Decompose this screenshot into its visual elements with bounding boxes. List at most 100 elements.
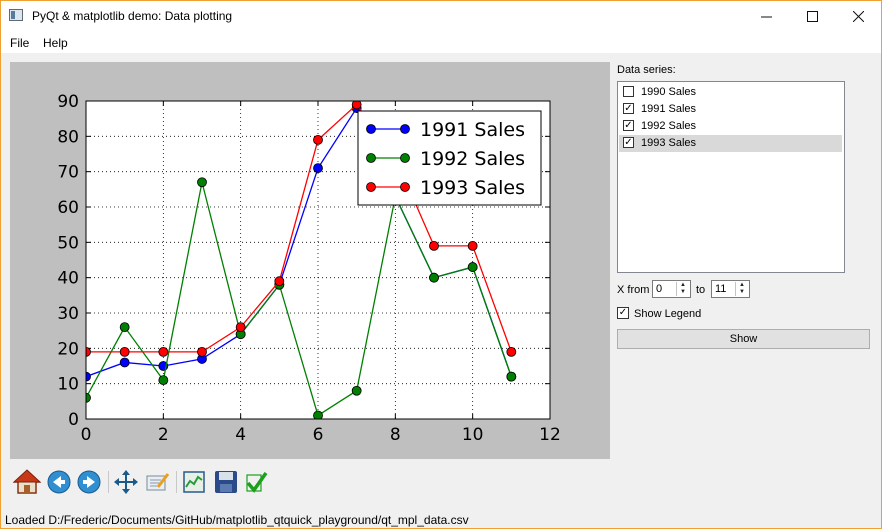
series-item-label: 1990 Sales — [641, 86, 697, 98]
legend-marker — [366, 124, 376, 134]
save-icon — [215, 471, 237, 493]
x-from-value: 0 — [656, 283, 663, 295]
legend-marker — [400, 124, 410, 134]
data-point — [429, 272, 439, 283]
minimize-icon — [760, 16, 772, 18]
series-item[interactable]: ✓ 1991 Sales — [619, 101, 842, 118]
menu-file[interactable]: File — [10, 36, 29, 50]
spin-down-icon[interactable]: ▼ — [677, 289, 689, 296]
data-point — [506, 346, 517, 357]
data-point — [119, 357, 130, 368]
menu-help[interactable]: Help — [43, 36, 68, 50]
zoom-rect-icon — [146, 473, 170, 491]
app-icon — [9, 9, 23, 21]
maximize-button[interactable] — [789, 1, 835, 32]
close-icon — [852, 11, 864, 22]
x-tick-label: 0 — [81, 425, 92, 445]
data-point — [119, 346, 130, 357]
app-window: PyQt & matplotlib demo: Data plotting Fi… — [0, 0, 882, 529]
plot-canvas[interactable]: 0 2 4 6 8 10 12 0 10 20 30 40 50 60 70 80 90 1991 Sales 19… — [10, 62, 610, 459]
data-point — [197, 346, 207, 357]
y-tick-label: 80 — [57, 127, 79, 147]
x-to-spinbox[interactable]: 11 ▲ ▼ — [711, 280, 750, 298]
data-point — [506, 371, 517, 382]
forward-button[interactable] — [74, 467, 104, 497]
forward-icon — [77, 470, 101, 494]
data-point — [467, 262, 478, 272]
series-label: Data series: — [617, 64, 676, 76]
series-item[interactable]: 1990 Sales — [619, 84, 842, 101]
y-tick-label: 20 — [57, 339, 79, 359]
series-item[interactable]: ✓ 1992 Sales — [619, 118, 842, 135]
minimize-button[interactable] — [743, 1, 789, 32]
series-checkbox[interactable]: ✓ — [623, 137, 634, 148]
subplots-icon — [183, 471, 205, 493]
spin-up-icon[interactable]: ▲ — [736, 282, 748, 289]
toolbar-separator — [176, 471, 177, 493]
y-tick-label: 70 — [57, 163, 79, 183]
x-tick-label: 4 — [235, 425, 246, 445]
legend-label: 1991 Sales — [420, 119, 525, 141]
y-tick-label: 30 — [57, 304, 79, 324]
data-point — [351, 385, 362, 396]
series-checkbox[interactable]: ✓ — [623, 103, 634, 114]
data-point — [429, 240, 439, 251]
legend-marker — [366, 153, 376, 163]
maximize-icon — [806, 11, 818, 22]
show-button[interactable]: Show — [617, 329, 870, 349]
home-button[interactable] — [12, 467, 42, 497]
data-point — [119, 322, 130, 333]
zoom-rect-button[interactable] — [142, 467, 172, 497]
toolbar-separator — [108, 471, 109, 493]
home-icon — [12, 469, 42, 494]
line-chart: 0 2 4 6 8 10 1201020304050607080901991 Sales19… — [57, 92, 561, 445]
show-legend-checkbox[interactable]: ✓ — [617, 307, 629, 319]
status-text: Loaded D:/Frederic/Documents/GitHub/matp… — [5, 513, 469, 527]
x-to-value: 11 — [715, 283, 727, 295]
legend-label: 1992 Sales — [420, 148, 525, 170]
series-checkbox[interactable]: ✓ — [623, 120, 634, 131]
y-tick-label: 10 — [57, 375, 79, 395]
legend-label: 1993 Sales — [420, 177, 525, 199]
y-tick-label: 40 — [57, 269, 79, 289]
y-tick-label: 90 — [57, 92, 79, 112]
spin-up-icon[interactable]: ▲ — [677, 282, 689, 289]
data-point — [197, 177, 207, 188]
x-from-arrows[interactable]: ▲ ▼ — [676, 282, 689, 296]
series-item-label: 1992 Sales — [641, 120, 697, 132]
data-point — [274, 276, 285, 287]
x-from-spinbox[interactable]: 0 ▲ ▼ — [652, 280, 691, 298]
legend-marker — [400, 153, 410, 163]
series-list[interactable]: 1990 Sales ✓ 1991 Sales ✓ 1992 Sales ✓ 1… — [617, 81, 845, 273]
pan-button[interactable] — [111, 467, 141, 497]
back-button[interactable] — [44, 467, 74, 497]
close-button[interactable] — [835, 1, 881, 32]
save-button[interactable] — [211, 467, 241, 497]
menu-bar: File Help — [1, 32, 881, 53]
legend: 1991 Sales 1992 Sales 1993 Sales — [357, 110, 542, 206]
data-point — [235, 322, 246, 333]
x-tick-label: 12 — [539, 425, 561, 445]
subplots-button[interactable] — [179, 467, 209, 497]
x-tick-label: 6 — [313, 425, 324, 445]
spin-down-icon[interactable]: ▼ — [736, 289, 748, 296]
x-tick-label: 8 — [390, 425, 401, 445]
data-point — [467, 240, 478, 251]
series-item[interactable]: ✓ 1993 Sales — [619, 135, 842, 152]
x-from-label: X from — [617, 284, 650, 296]
data-point — [158, 375, 169, 386]
x-tick-label: 10 — [462, 425, 484, 445]
apply-button[interactable] — [242, 467, 272, 497]
series-checkbox[interactable] — [623, 86, 634, 97]
show-legend-label[interactable]: Show Legend — [634, 308, 701, 320]
legend-marker — [366, 182, 376, 192]
series-item-label: 1993 Sales — [641, 137, 697, 149]
y-tick-label: 60 — [57, 198, 79, 218]
pan-icon — [114, 470, 138, 494]
title-bar: PyQt & matplotlib demo: Data plotting — [1, 1, 881, 32]
to-label: to — [696, 284, 706, 296]
y-tick-label: 0 — [68, 410, 79, 430]
x-to-arrows[interactable]: ▲ ▼ — [735, 282, 748, 296]
data-point — [313, 163, 323, 174]
legend-marker — [400, 182, 410, 192]
